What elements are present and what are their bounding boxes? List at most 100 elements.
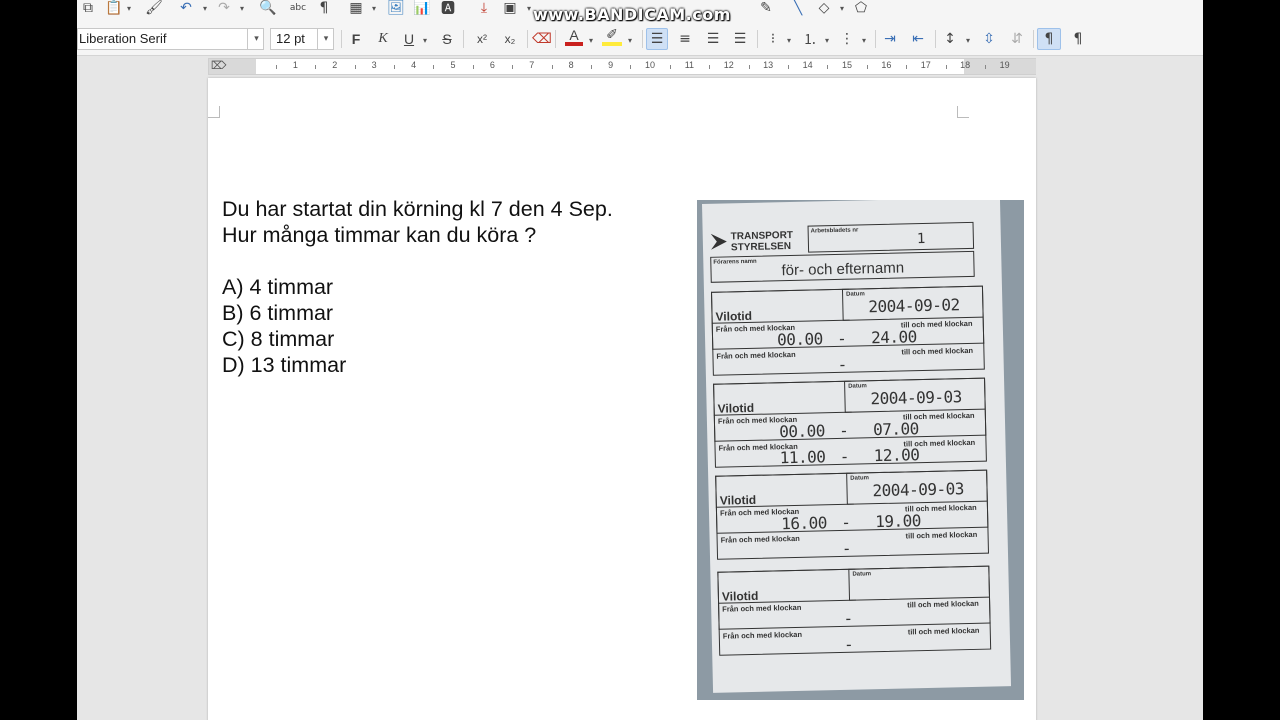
font-name-dropdown-icon[interactable]: ▾ [247,28,265,50]
toolbar-separator [1033,30,1034,48]
font-size-dropdown-icon[interactable]: ▾ [317,28,334,50]
ruler-tick [472,65,474,69]
right-to-left-icon[interactable]: ¶ [1067,28,1089,50]
horizontal-ruler[interactable]: ⌦ 1 2 3 4 5 6 7 8 9 10 11 12 13 14 15 16 17 18 19 [208,58,1036,75]
highlight-color-icon[interactable]: ✐ [602,27,622,46]
time-to: 07.00 [872,419,920,440]
vilotid-label: Vilotid [715,308,753,324]
ruler-number: 14 [802,60,813,70]
align-left-button[interactable]: ☰ [646,28,668,50]
paste-dropdown-icon[interactable]: ▾ [127,4,131,13]
insert-image-icon[interactable]: 🖼 [387,0,405,16]
ruler-tick [590,65,592,69]
copy-icon[interactable]: ⧉ [79,0,97,16]
redo-dropdown-icon[interactable]: ▾ [240,4,244,13]
redo-icon[interactable]: ↷ [215,0,233,16]
undo-dropdown-icon[interactable]: ▾ [203,4,207,13]
fran-label: Från och med klockan [722,602,802,614]
table-dropdown-icon[interactable]: ▾ [372,4,376,13]
numbered-list-icon[interactable]: ⒈ [800,28,820,50]
increase-indent-icon[interactable]: ⇥ [880,28,900,50]
answer-option: D) 13 timmar [222,353,347,377]
time-to: 12.00 [873,445,920,466]
bullet-list-icon[interactable]: ⁝ [763,28,783,50]
spelling-icon[interactable]: abc [287,0,309,16]
ruler-tick [787,65,789,69]
vilotid-label: Vilotid [719,492,757,508]
subscript-button[interactable]: x₂ [500,30,520,48]
time-dash: - [843,608,853,628]
numbered-dropdown-icon[interactable]: ▾ [825,36,829,45]
font-color-icon[interactable]: A [565,27,583,46]
formatting-marks-icon[interactable]: ¶ [315,0,333,16]
font-color-dropdown-icon[interactable]: ▾ [589,36,593,45]
ruler-tick [512,65,514,69]
fran-label: Från och med klockan [716,349,796,361]
highlight-dropdown-icon[interactable]: ▾ [628,36,632,45]
time-to: 19.00 [875,511,922,532]
datum-value: 2004-09-02 [868,295,960,317]
transportstyrelsen-logo-icon [710,233,727,250]
outline-dropdown-icon[interactable]: ▾ [862,36,866,45]
italic-button[interactable]: K [374,30,392,48]
ruler-number: 18 [960,60,971,70]
line-spacing-dropdown-icon[interactable]: ▾ [966,36,970,45]
datum-label: Datum [848,383,867,390]
ruler-tick [315,65,317,69]
underline-dropdown-icon[interactable]: ▾ [423,36,427,45]
margin-corner-right [957,106,969,118]
basic-shapes-icon[interactable]: ◇ [815,0,833,16]
bold-button[interactable]: F [347,30,365,48]
datum-label: Datum [852,571,872,578]
datum-value: 2004-09-03 [872,479,965,501]
undo-icon[interactable]: ↶ [177,0,195,16]
clone-formatting-icon[interactable]: 🖌 [145,0,163,16]
decrease-paragraph-spacing-icon[interactable]: ⇵ [1007,28,1027,50]
align-right-button[interactable]: ☰ [702,28,724,50]
insert-chart-icon[interactable]: 📊 [413,0,431,16]
screen-border-right [1203,0,1280,720]
draw-functions-icon[interactable]: ⬠ [852,0,870,16]
find-replace-icon[interactable]: 🔍 [259,0,277,16]
document-body[interactable]: Du har startat din körning kl 7 den 4 Se… [222,196,613,378]
insert-textbox-icon[interactable]: 🅰 [439,0,457,17]
superscript-button[interactable]: x² [472,30,492,48]
ruler-tick [551,65,553,69]
fran-label: Från och med klockan [720,533,800,545]
insert-line-icon[interactable]: ╲ [789,0,807,16]
rest-time-form: TRANSPORT STYRELSEN Arbetsbladets nr 1 F… [702,200,1012,693]
track-changes-icon[interactable]: ✎ [757,0,775,16]
strikethrough-button[interactable]: S [438,30,456,48]
outline-list-icon[interactable]: ⋮ [837,28,857,50]
underline-button[interactable]: U [400,30,418,48]
insert-field-icon[interactable]: ▣ [501,0,519,16]
justify-button[interactable]: ☰ [729,28,751,50]
paste-icon[interactable]: 📋 [105,0,123,16]
line-spacing-icon[interactable]: ↕ [940,28,960,50]
field-dropdown-icon[interactable]: ▾ [527,4,531,13]
tab-stop-icon[interactable]: ⌦ [211,59,227,72]
toolbar-separator [341,30,342,48]
shapes-dropdown-icon[interactable]: ▾ [840,4,844,13]
page-break-icon[interactable]: ⤓ [475,0,493,16]
till-label: till och med klockan [905,529,978,541]
logbook-photo[interactable]: TRANSPORT STYRELSEN Arbetsbladets nr 1 F… [697,200,1024,700]
clear-formatting-icon[interactable]: ⌫ [532,30,552,48]
bullet-dropdown-icon[interactable]: ▾ [787,36,791,45]
left-to-right-icon[interactable]: ¶ [1037,28,1061,50]
align-center-button[interactable]: ≡ [674,28,696,50]
font-name-field[interactable]: Liberation Serif [77,28,264,50]
toolbar-separator [555,30,556,48]
ruler-number: 5 [450,60,456,70]
forarens-namn: för- och efternamn [781,259,905,280]
ruler-tick [748,65,750,69]
increase-paragraph-spacing-icon[interactable]: ⇳ [979,28,999,50]
question-line: Du har startat din körning kl 7 den 4 Se… [222,197,613,221]
answer-option: A) 4 timmar [222,275,334,299]
till-label: till och med klockan [907,625,980,637]
vilotid-label: Vilotid [717,400,755,416]
document-page[interactable]: Du har startat din körning kl 7 den 4 Se… [208,78,1036,720]
ruler-tick [275,65,277,69]
decrease-indent-icon[interactable]: ⇤ [908,28,928,50]
insert-table-icon[interactable]: ▦ [347,0,365,16]
